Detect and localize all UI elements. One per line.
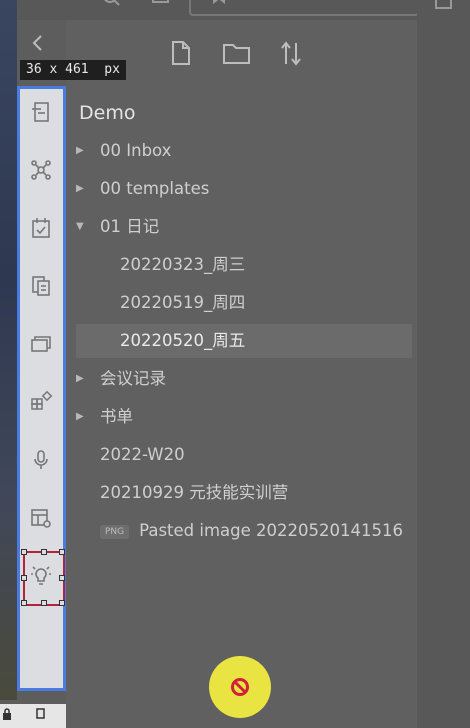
tree-file[interactable]: 2022-W20 [76,438,412,472]
file-type-badge: PNG [100,524,130,539]
tree-item-label: 书单 [100,407,133,426]
table-settings-icon [31,509,51,528]
collapsed-arrow-icon[interactable]: ▶ [76,362,84,396]
collapsed-arrow-icon[interactable]: ▶ [76,400,84,434]
tree-folder-meetings[interactable]: ▶ 会议记录 [76,362,412,396]
floating-action-button[interactable] [209,656,271,718]
ribbon-button-templates[interactable] [26,271,56,301]
tree-folder-diary[interactable]: ▼ 01 日记 [76,210,412,244]
new-note-button[interactable] [170,40,192,70]
collapsed-arrow-icon[interactable]: ▶ [76,172,84,206]
microphone-icon [34,450,48,469]
plugins-icon [31,390,53,410]
resize-handle[interactable] [59,549,65,555]
tree-item-label: 20220519_周四 [120,293,246,312]
new-folder-icon [223,44,250,64]
resize-handle[interactable] [21,575,27,581]
note-icon [32,102,49,122]
ribbon-button-table-settings[interactable] [26,503,56,533]
right-sidebar-icon[interactable] [434,0,454,14]
resize-handle[interactable] [21,600,27,606]
new-note-icon [172,41,190,65]
no-entry-icon [231,678,249,696]
ribbon-button-slides[interactable] [26,329,56,359]
tree-file[interactable]: 20220323_周三 [76,248,412,282]
resize-handle[interactable] [41,549,47,555]
ribbon-button-record-audio[interactable] [26,445,56,475]
right-panel [417,0,470,728]
tree-item-label: 00 Inbox [100,141,172,160]
left-ribbon [17,86,66,691]
search-icon[interactable] [101,0,123,10]
desktop-background-strip [0,0,17,700]
selection-box [21,549,65,606]
graph-icon [31,160,51,180]
star-icon[interactable] [209,0,229,10]
resize-handle[interactable] [59,600,65,606]
tree-item-label: 20220520_周五 [120,331,246,350]
ribbon-button-plugins[interactable] [26,387,56,417]
lock-icon[interactable] [2,708,12,720]
vault-name[interactable]: Demo [79,102,135,124]
slides-icon [31,336,51,352]
resize-handle[interactable] [41,600,47,606]
tree-item-label: 20220323_周三 [120,255,246,274]
new-folder-button[interactable] [222,40,252,70]
ribbon-button-daily-note[interactable] [26,213,56,243]
folder-top-icon[interactable] [151,0,171,10]
chevron-left-icon[interactable] [30,33,46,53]
top-toolbar [17,0,419,20]
resize-handle[interactable] [21,549,27,555]
tree-folder-books[interactable]: ▶ 书单 [76,400,412,434]
tree-item-label: 01 日记 [100,217,160,236]
tree-item-label: 20210929 元技能实训营 [100,483,289,502]
tree-folder-inbox[interactable]: ▶ 00 Inbox [76,134,412,168]
tree-file-selected[interactable]: 20220520_周五 [76,324,412,358]
templates-icon [32,276,50,296]
tree-item-label: 2022-W20 [100,445,185,464]
copy-icon[interactable] [36,708,46,720]
tree-item-label: 会议记录 [100,369,166,388]
tree-item-label: 00 templates [100,179,210,198]
ribbon-button-graph[interactable] [26,155,56,185]
ribbon-button-note[interactable] [26,97,56,127]
expanded-arrow-icon[interactable]: ▼ [76,210,84,244]
tree-file[interactable]: 20210929 元技能实训营 [76,476,412,510]
resize-handle[interactable] [59,575,65,581]
tree-file[interactable]: 20220519_周四 [76,286,412,320]
tree-folder-templates[interactable]: ▶ 00 templates [76,172,412,206]
daily-note-icon [32,218,50,238]
sort-icon [281,41,301,66]
collapsed-arrow-icon[interactable]: ▶ [76,134,84,168]
tree-image-file[interactable]: PNG Pasted image 20220520141516 [76,514,417,548]
dimension-tooltip: 36 x 461 px [20,60,126,80]
sort-button[interactable] [279,40,303,70]
tree-item-label: Pasted image 20220520141516 [139,521,404,540]
